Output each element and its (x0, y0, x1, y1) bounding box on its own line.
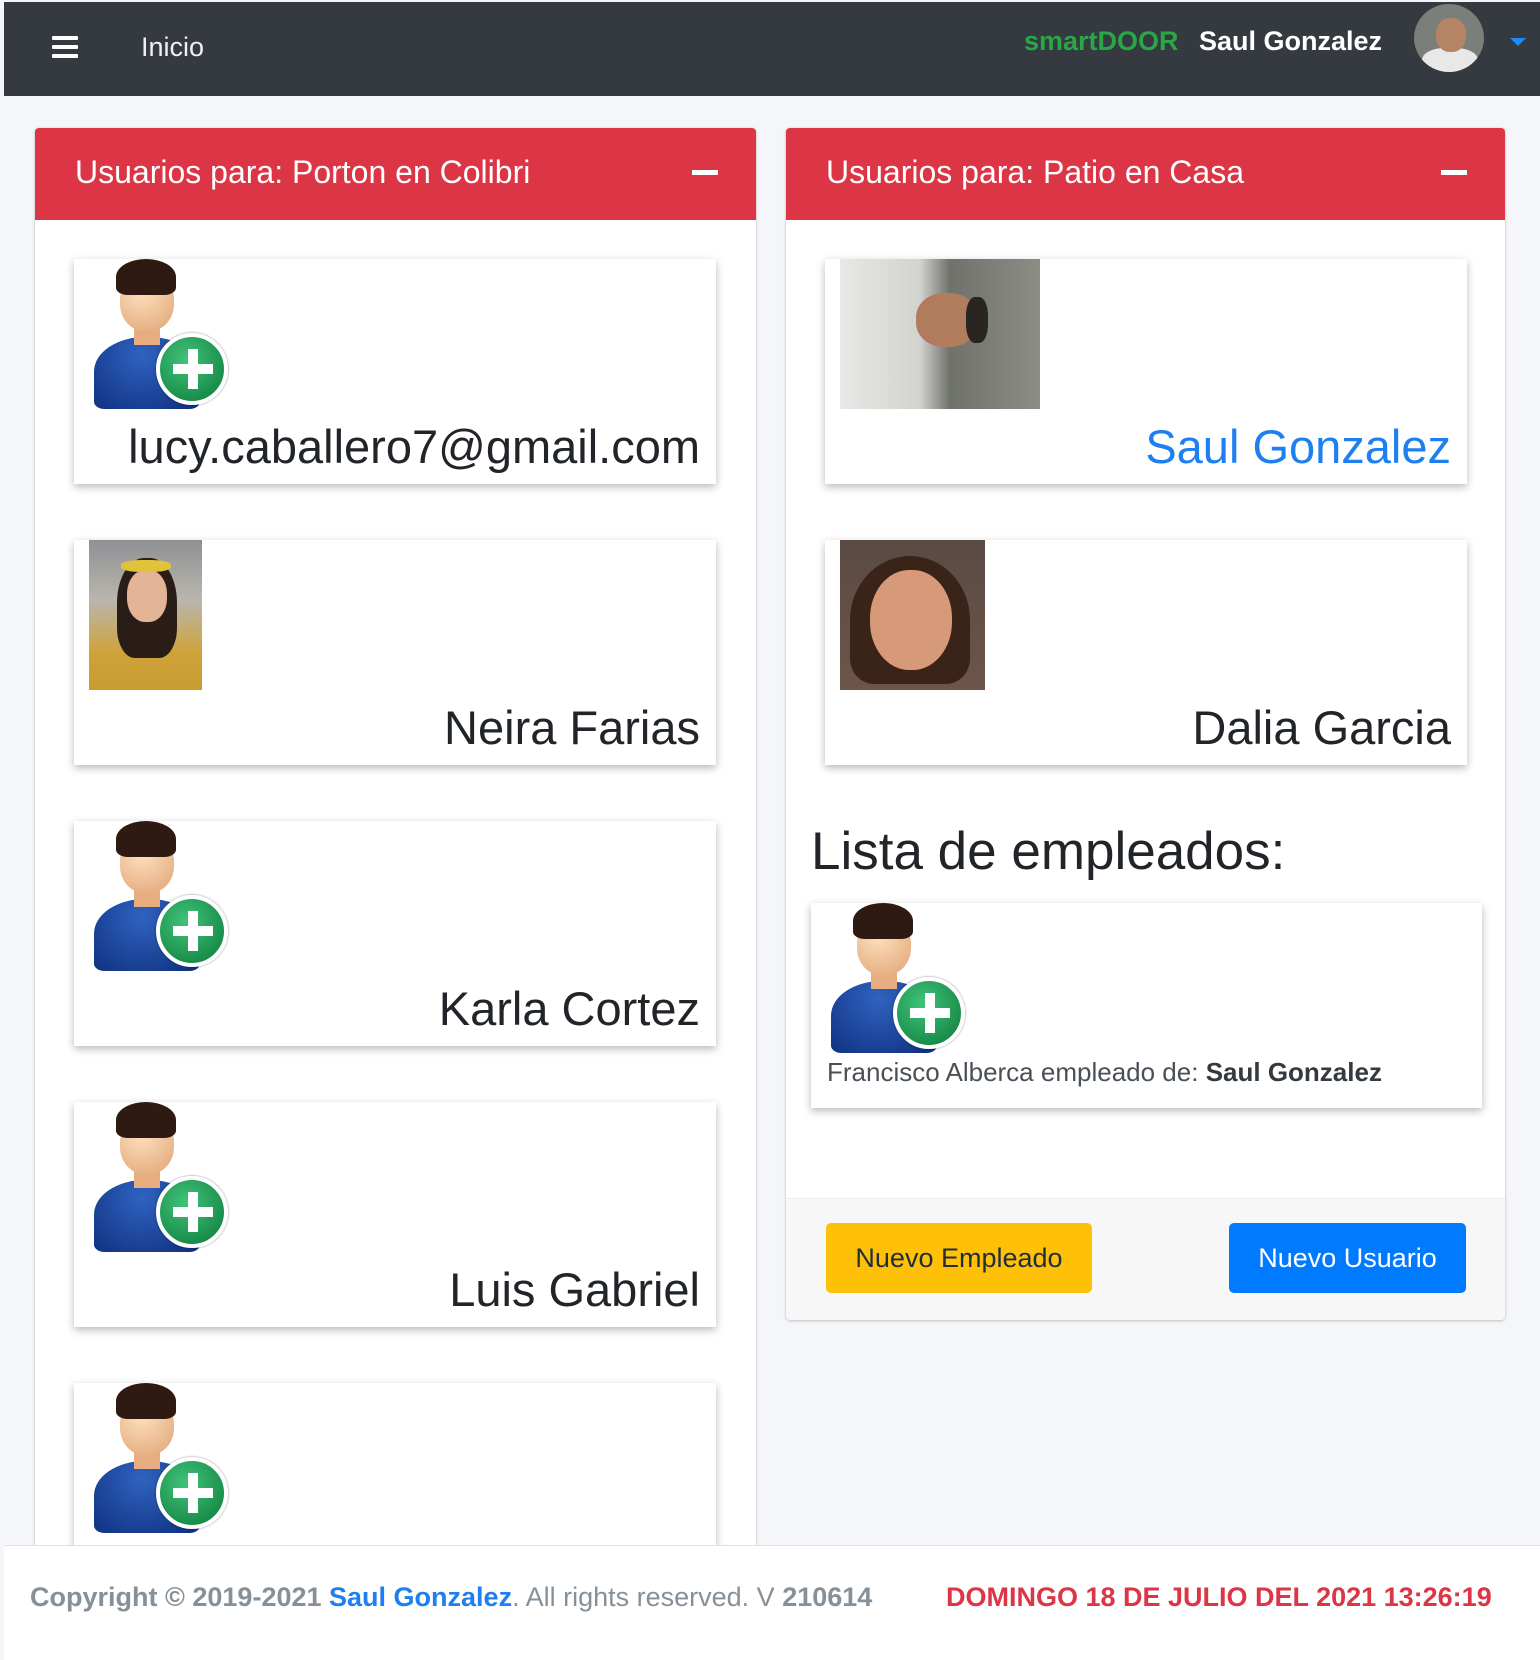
copyright-prefix: Copyright © 2019-2021 (30, 1582, 322, 1612)
card-title: Usuarios para: Patio en Casa (826, 154, 1244, 190)
user-card[interactable]: Neira Farias (74, 540, 716, 765)
card-header: Usuarios para: Porton en Colibri (35, 128, 756, 220)
add-user-icon (92, 1383, 232, 1533)
add-user-icon (92, 1102, 232, 1252)
employer-name: Saul Gonzalez (1205, 1057, 1382, 1087)
add-user-icon (829, 903, 969, 1053)
add-user-icon (92, 259, 232, 409)
employee-relation: empleado de: (1040, 1057, 1199, 1087)
rights-text: . All rights reserved. V (512, 1582, 775, 1612)
user-photo (89, 540, 202, 690)
new-user-button[interactable]: Nuevo Usuario (1229, 1223, 1466, 1293)
collapse-minus-icon[interactable] (1441, 170, 1467, 176)
employees-heading: Lista de empleados: (811, 822, 1286, 881)
user-card[interactable]: Dalia Garcia (825, 540, 1467, 765)
card-footer: Nuevo Empleado Nuevo Usuario (786, 1198, 1505, 1320)
user-name: Dalia Garcia (1192, 701, 1451, 754)
top-navbar: Inicio smartDOOR Saul Gonzalez (4, 2, 1540, 96)
user-card[interactable]: lucy.caballero7@gmail.com (74, 259, 716, 484)
brand-name: smartDOOR (1024, 26, 1179, 56)
user-card[interactable] (74, 1383, 716, 1568)
user-name: lucy.caballero7@gmail.com (128, 420, 700, 473)
card-title: Usuarios para: Porton en Colibri (75, 154, 531, 190)
employee-card[interactable]: Francisco Alberca empleado de: Saul Gonz… (811, 903, 1482, 1108)
card-header: Usuarios para: Patio en Casa (786, 128, 1505, 220)
users-card-patio: Usuarios para: Patio en Casa Saul Gonzal… (786, 128, 1505, 1320)
user-card[interactable]: Karla Cortez (74, 821, 716, 1046)
user-name-link[interactable]: Saul Gonzalez (1145, 419, 1451, 474)
chevron-down-icon[interactable] (1510, 38, 1526, 46)
author-link[interactable]: Saul Gonzalez (329, 1582, 512, 1612)
employee-description: Francisco Alberca empleado de: Saul Gonz… (827, 1057, 1382, 1088)
user-name: Neira Farias (444, 701, 700, 754)
new-employee-button[interactable]: Nuevo Empleado (826, 1223, 1092, 1293)
employee-name: Francisco Alberca (827, 1057, 1034, 1087)
user-name: Karla Cortez (438, 982, 700, 1035)
version-number: 210614 (782, 1582, 873, 1612)
nav-link-inicio[interactable]: Inicio (141, 32, 204, 63)
users-card-porton: Usuarios para: Porton en Colibri lucy.ca… (35, 128, 756, 1568)
copyright-text: Copyright © 2019-2021 Saul Gonzalez. All… (30, 1582, 872, 1613)
add-user-icon (92, 821, 232, 971)
page-footer: Copyright © 2019-2021 Saul Gonzalez. All… (4, 1545, 1540, 1660)
user-name: Luis Gabriel (449, 1263, 700, 1316)
user-avatar[interactable] (1414, 4, 1484, 72)
user-photo (840, 259, 1040, 409)
nav-user-name[interactable]: Saul Gonzalez (1199, 26, 1382, 57)
user-photo (840, 540, 985, 690)
user-card[interactable]: Saul Gonzalez (825, 259, 1467, 484)
menu-icon[interactable] (52, 36, 82, 62)
current-datetime: DOMINGO 18 DE JULIO DEL 2021 13:26:19 (946, 1582, 1492, 1612)
collapse-minus-icon[interactable] (692, 170, 718, 176)
user-card[interactable]: Luis Gabriel (74, 1102, 716, 1327)
